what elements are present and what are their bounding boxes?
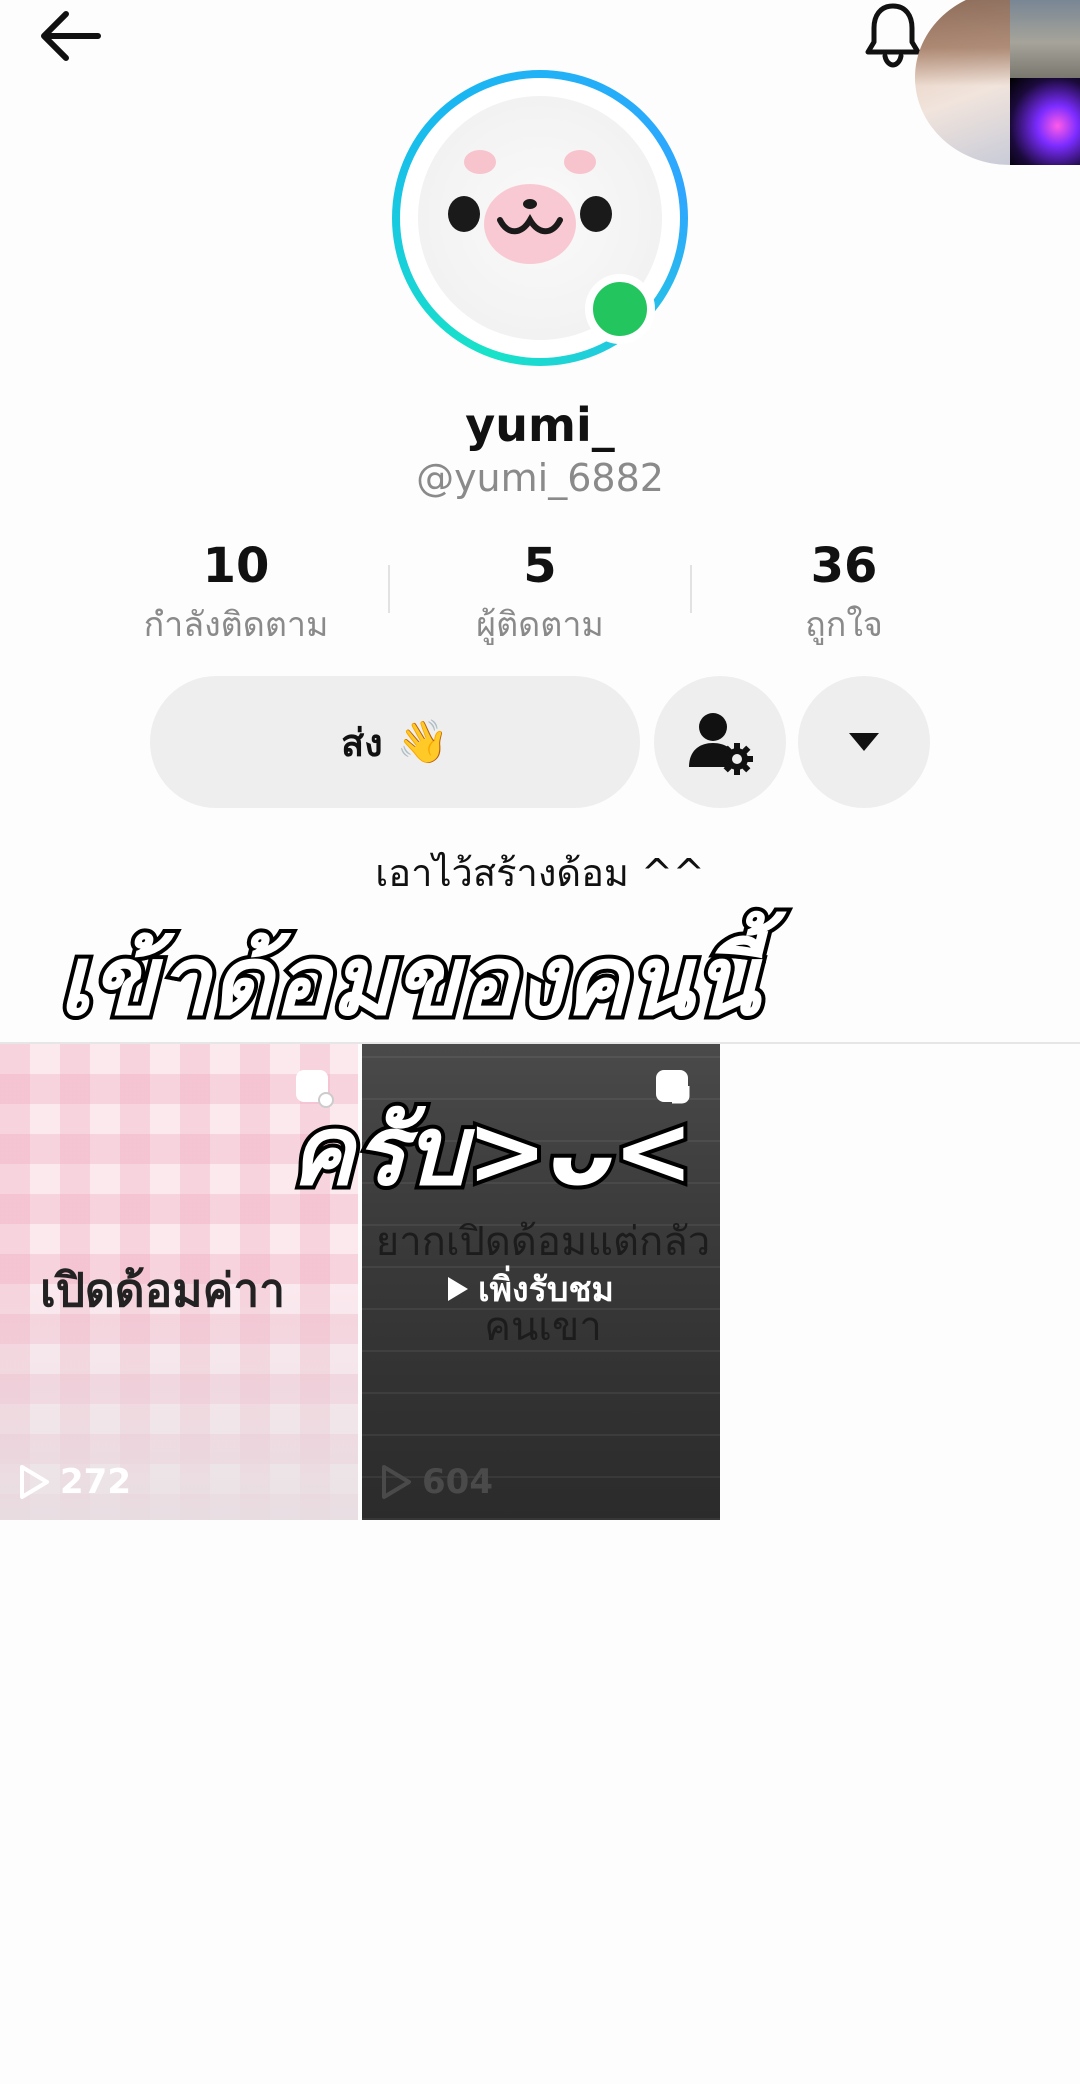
view-count: 604 xyxy=(380,1462,493,1502)
story-thumbnail-collage[interactable] xyxy=(915,0,1080,165)
play-outline-icon xyxy=(382,1465,411,1499)
stat-divider xyxy=(690,565,692,613)
user-gear-icon xyxy=(689,713,753,775)
stat-likes[interactable]: 36 ถูกใจ xyxy=(694,540,994,651)
more-options-button[interactable] xyxy=(798,676,930,808)
stat-followers[interactable]: 5 ผู้ติดตาม xyxy=(390,540,690,651)
caret-down-icon xyxy=(849,733,879,751)
collage-photo-selfie xyxy=(915,0,1010,165)
collage-photo-galaxy xyxy=(1010,77,1080,165)
stat-followers-label: ผู้ติดตาม xyxy=(476,604,604,645)
arrow-left-icon xyxy=(41,11,101,61)
just-watched-badge: เพิ่งรับชม xyxy=(446,1262,614,1316)
just-watched-label: เพิ่งรับชม xyxy=(478,1270,614,1310)
stat-following[interactable]: 10 กำลังติดตาม xyxy=(86,540,386,651)
play-filled-icon xyxy=(448,1277,468,1301)
profile-page: yumi_ @yumi_6882 10 กำลังติดตาม 5 ผู้ติด… xyxy=(0,0,1080,2084)
wave-hand-icon: 👋 xyxy=(396,717,450,766)
video-title-text: เปิดด้อมค่าา xyxy=(40,1263,286,1317)
stat-following-label: กำลังติดตาม xyxy=(143,604,329,645)
online-status-dot xyxy=(585,274,655,344)
stat-following-count: 10 xyxy=(202,538,270,594)
send-button-label: ส่ง xyxy=(340,720,383,765)
back-button[interactable] xyxy=(36,6,106,66)
overlay-caption-line1: เข้าด้อมของคนนี้ xyxy=(54,921,763,1041)
profile-bio: เอาไว้สร้างด้อม ^^ xyxy=(375,851,705,895)
stat-likes-count: 36 xyxy=(810,538,878,594)
view-count: 272 xyxy=(18,1462,131,1502)
play-outline-icon xyxy=(20,1465,49,1499)
send-wave-button[interactable]: ส่ง 👋 xyxy=(150,676,640,808)
view-count-value: 272 xyxy=(60,1462,131,1502)
profile-settings-button[interactable] xyxy=(654,676,786,808)
stat-followers-count: 5 xyxy=(523,538,557,594)
view-count-value: 604 xyxy=(422,1462,493,1502)
collage-photo-landscape xyxy=(1010,0,1080,78)
username: @yumi_6882 xyxy=(416,456,664,500)
overlay-caption-line2: ครับ>ᴗ< xyxy=(286,1091,698,1211)
stat-likes-label: ถูกใจ xyxy=(805,604,883,645)
display-name: yumi_ xyxy=(465,398,615,452)
